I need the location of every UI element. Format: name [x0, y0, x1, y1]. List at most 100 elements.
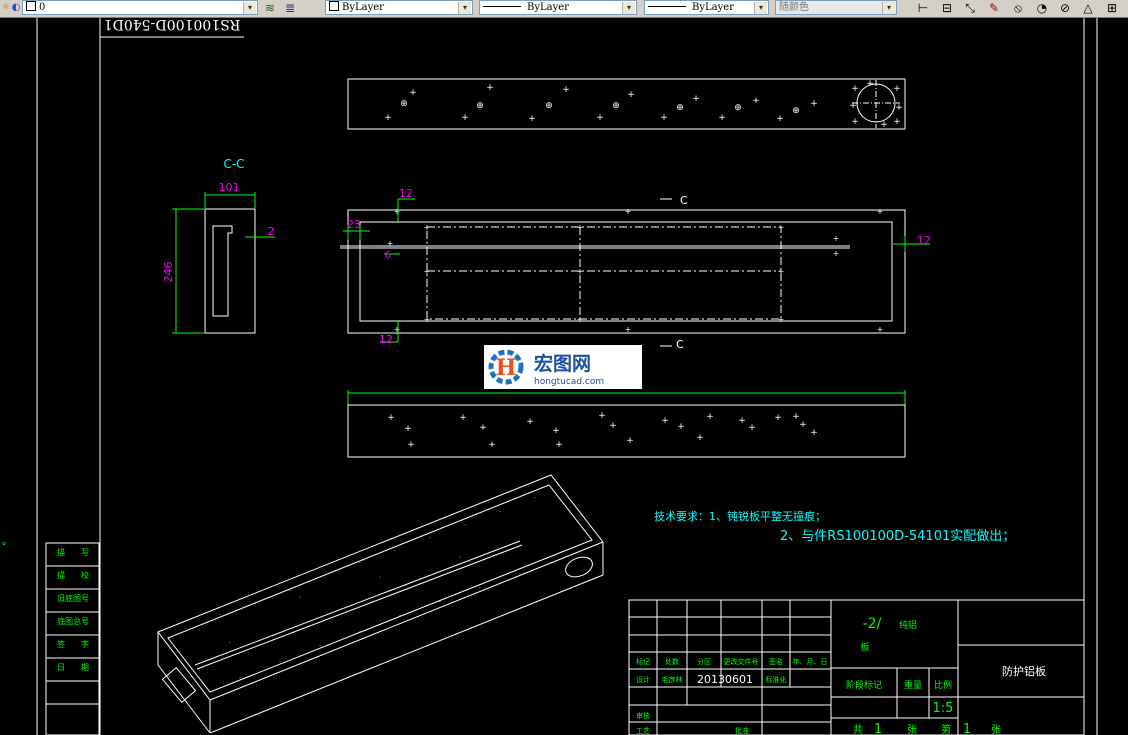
- watermark-brand: 宏图网: [534, 352, 591, 375]
- svg-text:·: ·: [499, 509, 501, 516]
- svg-text:+: +: [893, 117, 901, 127]
- dim-quick-icon[interactable]: ⊞: [1102, 0, 1122, 16]
- svg-text:+: +: [833, 234, 840, 243]
- svg-text:+: +: [880, 120, 888, 130]
- linetype-dropdown[interactable]: ByLayer ▾: [479, 0, 637, 15]
- tech-requirement-2: 2、与件RS100100D-54101实配做出；: [780, 529, 1015, 544]
- svg-text:+: +: [528, 114, 536, 124]
- svg-text:·: ·: [185, 626, 187, 633]
- svg-text:+: +: [849, 101, 857, 111]
- dim-diameter-icon[interactable]: ⊘: [1055, 0, 1075, 16]
- svg-text:·: ·: [359, 629, 361, 636]
- svg-text:+: +: [833, 249, 840, 258]
- tb-col-mark: 标记: [636, 657, 650, 666]
- svg-text:+: +: [394, 207, 401, 216]
- color-dropdown[interactable]: ByLayer ▾: [325, 0, 473, 15]
- svg-text:·: ·: [429, 535, 431, 542]
- svg-text:·: ·: [289, 588, 291, 595]
- svg-text:+: +: [748, 423, 756, 433]
- lineweight-dropdown-arrow-icon[interactable]: ▾: [754, 2, 767, 14]
- svg-text:+: +: [752, 96, 760, 106]
- svg-text:+: +: [810, 428, 818, 438]
- tb-sheets-mid: 张: [907, 724, 917, 735]
- svg-text:·: ·: [319, 643, 321, 650]
- svg-text:+: +: [555, 440, 563, 450]
- make-layer-current-icon[interactable]: ≋: [262, 0, 278, 16]
- tb-standard-label: 标准化: [766, 675, 787, 684]
- color-dropdown-arrow-icon[interactable]: ▾: [458, 2, 471, 14]
- svg-text:+: +: [692, 94, 700, 104]
- layer-lock-icon[interactable]: ◐: [11, 0, 21, 16]
- tb-stage-mark: 阶段标记: [846, 679, 882, 691]
- svg-text:⊕: ⊕: [676, 103, 684, 113]
- tb-sheet-no: 1: [963, 722, 971, 735]
- svg-text:+: +: [625, 207, 632, 216]
- left-table-cell: 描 写: [57, 547, 89, 557]
- lineweight-dropdown[interactable]: ByLayer ▾: [644, 0, 769, 15]
- svg-text:+: +: [626, 436, 634, 446]
- svg-text:·: ·: [359, 560, 361, 567]
- svg-text:+: +: [394, 325, 401, 334]
- svg-text:+: +: [404, 424, 412, 434]
- left-table-cell: 日 期: [57, 663, 89, 672]
- dim-246: 246: [162, 262, 175, 283]
- svg-text:·: ·: [439, 599, 441, 606]
- svg-text:+: +: [778, 267, 785, 276]
- svg-text:·: ·: [459, 555, 461, 562]
- svg-text:·: ·: [324, 575, 326, 582]
- svg-text:+: +: [387, 239, 394, 248]
- svg-text:+: +: [895, 103, 903, 113]
- dim-angular-icon[interactable]: △: [1078, 0, 1098, 16]
- tb-weight: 重量: [904, 679, 922, 691]
- tb-part-name-row2: 板: [860, 641, 869, 653]
- layer-dropdown-arrow-icon[interactable]: ▾: [243, 2, 256, 14]
- dim-linear-icon[interactable]: ⊢: [913, 0, 933, 16]
- dim-jogged-icon[interactable]: ◔: [1032, 0, 1052, 16]
- dim-radius-icon[interactable]: ⦸: [1008, 0, 1028, 16]
- lineweight-preview: [648, 6, 686, 7]
- tb-col-count: 处数: [665, 657, 679, 666]
- svg-text:+: +: [661, 416, 669, 426]
- svg-text:+: +: [409, 88, 417, 98]
- svg-text:+: +: [866, 79, 874, 89]
- svg-text:·: ·: [519, 571, 521, 578]
- cad-window: ☼ ◐ 0 ▾ ≋ ≣ ByLayer ▾ ByLayer ▾ ByLayer …: [0, 0, 1128, 735]
- dim-2: 2: [268, 225, 275, 238]
- dim-ordinate-icon[interactable]: ✎: [984, 0, 1004, 16]
- tb-col-date: 年、月、日: [793, 657, 828, 666]
- svg-text:+: +: [424, 267, 431, 276]
- section-marker-top: C: [680, 194, 688, 207]
- svg-text:·: ·: [254, 601, 256, 608]
- hongtu-logo-icon: H 宏图网 hongtucad.com: [488, 349, 604, 387]
- dim-arc-icon[interactable]: ⤡: [960, 0, 980, 16]
- color-swatch: [329, 1, 339, 11]
- svg-text:+: +: [424, 315, 431, 324]
- svg-text:·: ·: [379, 575, 381, 582]
- svg-text:+: +: [877, 325, 884, 334]
- tb-part-material: 纯铝: [899, 619, 917, 631]
- tb-sheets-suffix: 张: [991, 724, 1001, 735]
- mirrored-drawing-number: RS100100D-540D1: [104, 18, 241, 32]
- layer-state-icon[interactable]: ☼: [1, 0, 11, 16]
- svg-text:+: +: [810, 99, 818, 109]
- svg-text:+: +: [577, 315, 584, 324]
- watermark-logo: H 宏图网 hongtucad.com: [484, 345, 642, 389]
- tb-sheets-prefix: 共: [853, 724, 863, 735]
- plotstyle-dropdown[interactable]: 随颜色 ▾: [775, 0, 897, 15]
- tb-scale-value: 1:5: [933, 701, 954, 716]
- left-table-cell: 旧底图号: [57, 593, 89, 603]
- svg-text:·: ·: [229, 640, 231, 647]
- layer-previous-icon[interactable]: ≣: [282, 0, 298, 16]
- svg-text:+: +: [778, 223, 785, 232]
- tb-col-signature: 签名: [769, 657, 783, 666]
- svg-text:+: +: [488, 440, 496, 450]
- layer-color-swatch: [26, 1, 36, 11]
- plotstyle-dropdown-arrow-icon[interactable]: ▾: [882, 2, 895, 14]
- dim-aligned-icon[interactable]: ⊟: [937, 0, 957, 16]
- properties-toolbar: ☼ ◐ 0 ▾ ≋ ≣ ByLayer ▾ ByLayer ▾ ByLayer …: [0, 0, 1128, 18]
- layer-dropdown[interactable]: 0 ▾: [22, 0, 258, 15]
- svg-text:+: +: [778, 315, 785, 324]
- tb-drawing-name: 防护铝板: [1002, 664, 1046, 678]
- left-table-cell: 签 字: [57, 639, 89, 649]
- linetype-dropdown-arrow-icon[interactable]: ▾: [622, 2, 635, 14]
